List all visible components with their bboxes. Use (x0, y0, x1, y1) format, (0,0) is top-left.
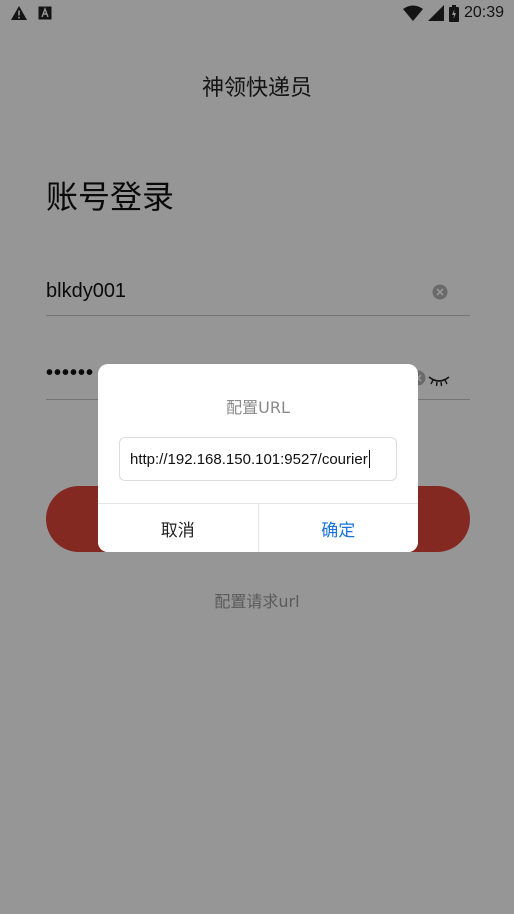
dialog-title: 配置URL (226, 398, 290, 417)
cancel-button[interactable]: 取消 (98, 504, 259, 552)
text-caret (368, 450, 370, 468)
confirm-button[interactable]: 确定 (258, 504, 418, 552)
dialog-actions: 取消 确定 (98, 503, 418, 552)
url-input-value: http://192.168.150.101:9527/courier (130, 450, 368, 468)
url-input[interactable]: http://192.168.150.101:9527/courier (119, 437, 397, 481)
config-url-dialog: 配置URL http://192.168.150.101:9527/courie… (98, 364, 418, 552)
